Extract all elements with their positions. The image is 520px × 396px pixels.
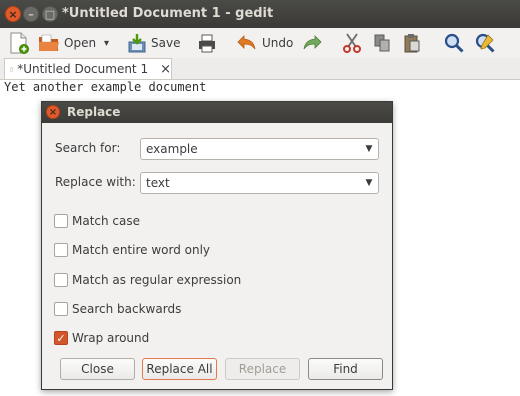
find-replace-icon xyxy=(475,33,495,53)
wrap-around-checkbox[interactable]: ✓ xyxy=(54,331,68,345)
toolbar: Open ▾ Save Undo xyxy=(0,28,520,59)
search-backwards-option[interactable]: Search backwards xyxy=(54,301,181,317)
replace-dialog: × Replace Search for: example ▼ Replace … xyxy=(41,101,393,390)
dialog-title: Replace xyxy=(67,105,121,119)
window-maximize-button[interactable]: □ xyxy=(42,6,58,22)
search-backwards-label[interactable]: Search backwards xyxy=(72,302,181,316)
save-label: Save xyxy=(151,36,181,50)
find-button-dialog[interactable]: Find xyxy=(308,358,383,380)
find-icon xyxy=(444,33,464,53)
chevron-down-icon[interactable]: ▼ xyxy=(360,144,378,154)
tab-untitled-document[interactable]: *Untitled Document 1 × xyxy=(4,58,172,79)
replace-with-value[interactable]: text xyxy=(146,176,360,190)
copy-button[interactable] xyxy=(372,31,392,55)
window-minimize-button[interactable]: – xyxy=(23,6,39,22)
match-case-checkbox[interactable] xyxy=(54,214,68,228)
redo-icon xyxy=(303,35,322,50)
new-document-button[interactable] xyxy=(9,31,29,55)
dialog-close-button[interactable]: × xyxy=(46,105,60,119)
print-icon xyxy=(199,34,215,53)
open-dropdown-arrow[interactable]: ▾ xyxy=(104,31,109,55)
replace-with-label: Replace with: xyxy=(55,175,136,189)
window-title: *Untitled Document 1 - gedit xyxy=(62,6,274,21)
print-button[interactable] xyxy=(197,31,217,55)
replace-with-combo[interactable]: text ▼ xyxy=(140,172,379,194)
search-for-combo[interactable]: example ▼ xyxy=(140,138,379,160)
undo-icon xyxy=(237,35,256,50)
regex-checkbox[interactable] xyxy=(54,273,68,287)
cut-icon xyxy=(343,33,361,53)
dialog-titlebar: × Replace xyxy=(42,102,392,123)
new-document-icon xyxy=(10,32,29,54)
undo-button[interactable]: Undo xyxy=(236,31,293,55)
replace-all-button[interactable]: Replace All xyxy=(142,358,217,380)
cut-button[interactable] xyxy=(342,31,362,55)
paste-icon xyxy=(404,34,420,53)
match-entire-word-checkbox[interactable] xyxy=(54,243,68,257)
open-label: Open xyxy=(64,36,97,50)
editor-text[interactable]: Yet another example document xyxy=(4,80,206,94)
tab-bar: *Untitled Document 1 × xyxy=(0,58,520,80)
replace-button[interactable]: Replace xyxy=(225,358,300,380)
tab-close-button[interactable]: × xyxy=(160,62,171,77)
wrap-around-option[interactable]: ✓ Wrap around xyxy=(54,330,149,346)
open-folder-icon xyxy=(39,34,59,51)
find-button[interactable] xyxy=(443,31,465,55)
match-entire-word-option[interactable]: Match entire word only xyxy=(54,242,210,258)
match-case-label[interactable]: Match case xyxy=(72,214,140,228)
match-entire-word-label[interactable]: Match entire word only xyxy=(72,243,210,257)
search-for-label: Search for: xyxy=(55,141,121,155)
find-replace-button[interactable] xyxy=(474,31,496,55)
wrap-around-label[interactable]: Wrap around xyxy=(72,331,149,345)
search-for-value[interactable]: example xyxy=(146,142,360,156)
close-button[interactable]: Close xyxy=(60,358,135,380)
copy-icon xyxy=(374,34,390,52)
regex-option[interactable]: Match as regular expression xyxy=(54,272,241,288)
search-backwards-checkbox[interactable] xyxy=(54,302,68,316)
save-icon xyxy=(128,34,146,53)
chevron-down-icon[interactable]: ▼ xyxy=(360,178,378,188)
window-close-button[interactable]: × xyxy=(5,6,21,22)
window-titlebar: × – □ *Untitled Document 1 - gedit xyxy=(0,0,520,28)
paste-button[interactable] xyxy=(402,31,422,55)
undo-label: Undo xyxy=(262,36,294,50)
open-button[interactable]: Open xyxy=(38,31,96,55)
regex-label[interactable]: Match as regular expression xyxy=(72,273,241,287)
match-case-option[interactable]: Match case xyxy=(54,213,140,229)
save-button[interactable]: Save xyxy=(127,31,180,55)
redo-button[interactable] xyxy=(301,31,323,55)
document-icon xyxy=(10,67,14,71)
tab-label: *Untitled Document 1 xyxy=(17,62,149,76)
